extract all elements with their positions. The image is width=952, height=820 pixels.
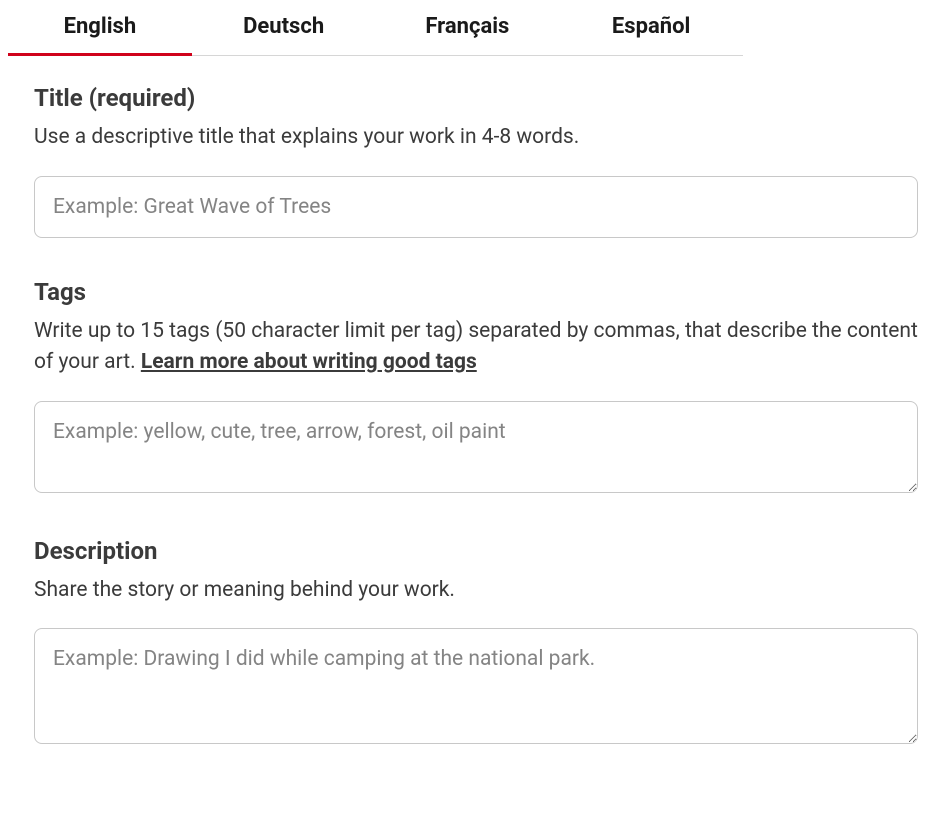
- tab-espanol[interactable]: Español: [559, 0, 743, 55]
- language-tabs: English Deutsch Français Español: [8, 0, 743, 56]
- description-heading: Description: [34, 537, 918, 565]
- title-help: Use a descriptive title that explains yo…: [34, 122, 918, 154]
- form-section: Title (required) Use a descriptive title…: [0, 56, 952, 748]
- tab-francais[interactable]: Français: [376, 0, 560, 55]
- tags-help: Write up to 15 tags (50 character limit …: [34, 316, 918, 379]
- description-help: Share the story or meaning behind your w…: [34, 575, 918, 607]
- tags-field-group: Tags Write up to 15 tags (50 character l…: [34, 278, 918, 497]
- description-input[interactable]: [34, 628, 918, 744]
- title-field-group: Title (required) Use a descriptive title…: [34, 84, 918, 238]
- title-input[interactable]: [34, 176, 918, 238]
- title-heading: Title (required): [34, 84, 918, 112]
- tags-input[interactable]: [34, 401, 918, 493]
- description-field-group: Description Share the story or meaning b…: [34, 537, 918, 749]
- tags-heading: Tags: [34, 278, 918, 306]
- tags-help-link[interactable]: Learn more about writing good tags: [141, 350, 477, 374]
- tab-english[interactable]: English: [8, 0, 192, 55]
- tab-deutsch[interactable]: Deutsch: [192, 0, 376, 55]
